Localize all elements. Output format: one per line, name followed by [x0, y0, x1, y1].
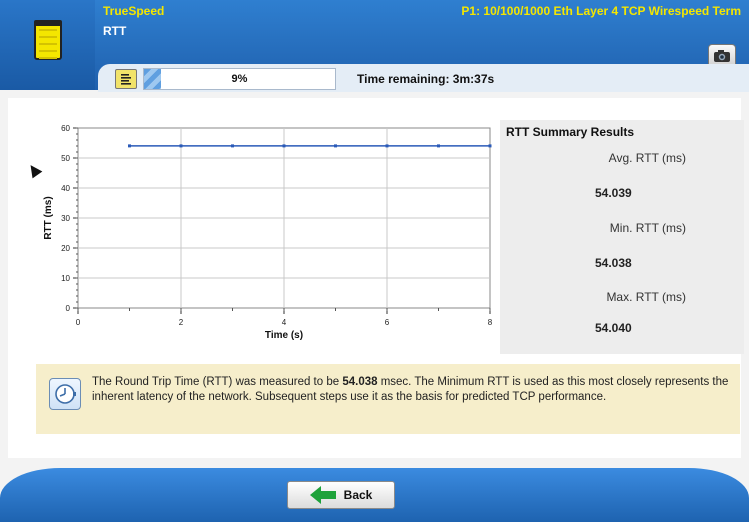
max-rtt-label: Max. RTT (ms) [606, 290, 686, 304]
clock-icon [49, 378, 81, 410]
rtt-data-point [385, 144, 389, 148]
max-rtt-value: 54.040 [595, 321, 632, 335]
avg-rtt-value: 54.039 [595, 186, 632, 200]
y-tick-label: 60 [61, 124, 70, 133]
rtt-data-point [231, 144, 234, 148]
step-name: RTT [103, 24, 127, 38]
rtt-data-point [128, 144, 131, 148]
x-tick-label: 8 [488, 318, 493, 327]
info-text-value: 54.038 [342, 376, 378, 388]
min-rtt-label: Min. RTT (ms) [609, 221, 686, 235]
camera-icon [714, 50, 730, 62]
y-tick-label: 0 [66, 304, 71, 313]
back-button[interactable]: Back [287, 481, 395, 509]
arrow-left-icon [309, 486, 336, 504]
rtt-data-point [334, 144, 337, 148]
y-tick-label: 10 [61, 274, 70, 283]
progress-bar: 9% [143, 68, 336, 90]
back-label: Back [343, 488, 373, 502]
time-remaining: Time remaining: 3m:37s [357, 72, 495, 86]
y-tick-label: 40 [61, 184, 70, 193]
y-tick-label: 30 [61, 214, 70, 223]
x-tick-label: 6 [385, 318, 390, 327]
x-tick-label: 4 [282, 318, 287, 327]
rtt-data-point [488, 144, 492, 148]
info-text-before: The Round Trip Time (RTT) was measured t… [92, 376, 343, 388]
rtt-data-point [179, 144, 183, 148]
report-icon [120, 73, 132, 85]
y-tick-label: 20 [61, 244, 70, 253]
x-tick-label: 0 [76, 318, 81, 327]
info-box: The Round Trip Time (RTT) was measured t… [36, 364, 740, 434]
test-name: P1: 10/100/1000 Eth Layer 4 TCP Wirespee… [461, 4, 741, 18]
rtt-chart: 0 10 20 30 40 50 60 0 2 4 6 8 Time (s) RTT (ms) [43, 124, 493, 341]
x-axis-label: Time (s) [265, 330, 303, 341]
avg-rtt-label: Avg. RTT (ms) [608, 151, 686, 165]
y-tick-label: 50 [61, 154, 70, 163]
rtt-summary-panel: RTT Summary Results Avg. RTT (ms) 54.039… [500, 120, 744, 354]
rtt-data-point [437, 144, 440, 148]
info-message: The Round Trip Time (RTT) was measured t… [92, 375, 732, 405]
y-axis-label: RTT (ms) [43, 196, 54, 239]
device-icon [34, 20, 62, 60]
app-name: TrueSpeed [103, 4, 165, 18]
report-button[interactable] [115, 69, 137, 89]
x-tick-label: 2 [179, 318, 184, 327]
min-rtt-value: 54.038 [595, 256, 632, 270]
summary-title: RTT Summary Results [506, 125, 635, 139]
rtt-data-point [282, 144, 286, 148]
progress-percent: 9% [231, 73, 248, 85]
